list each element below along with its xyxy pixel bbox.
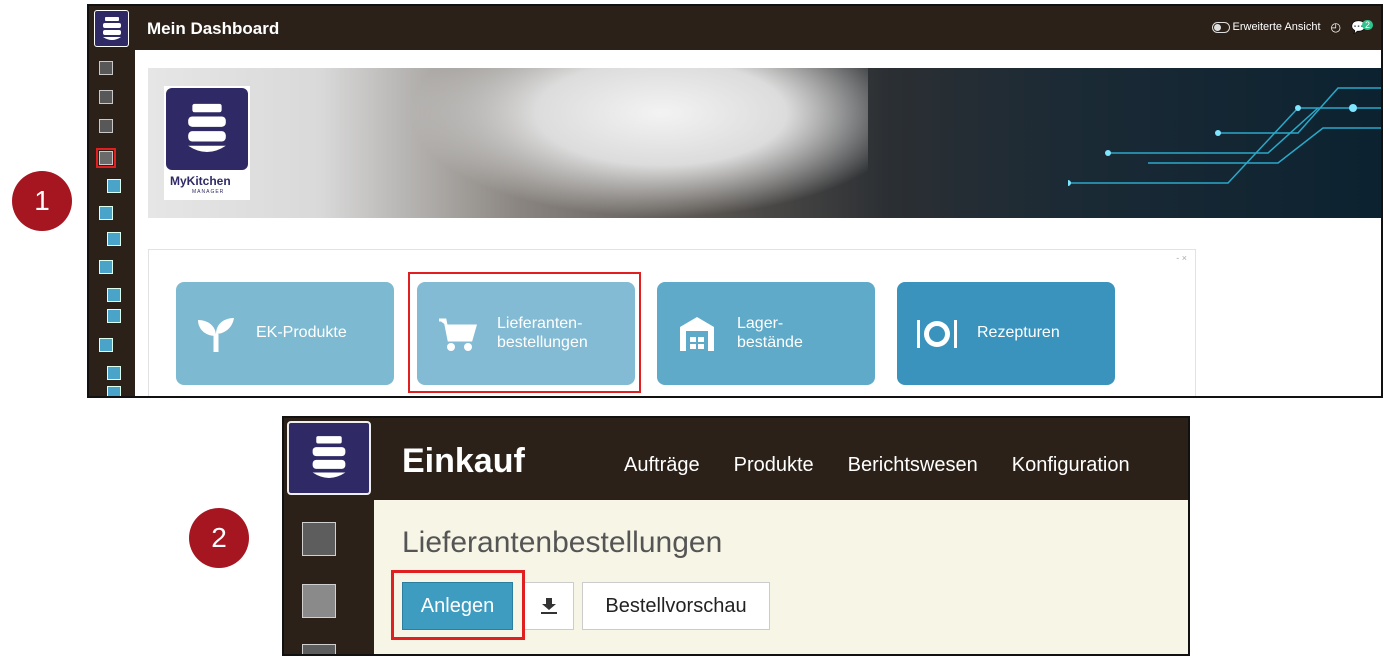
top-bar: Mein Dashboard Erweiterte Ansicht ◴ 💬2	[135, 6, 1381, 50]
download-icon	[541, 598, 557, 614]
report-nav-icon[interactable]	[107, 309, 121, 323]
app-logo-icon[interactable]	[94, 10, 129, 47]
step-2-marker: 2	[189, 508, 249, 568]
warehouse-icon	[657, 315, 737, 353]
tile-label: EK-Produkte	[256, 324, 347, 342]
tools-nav-icon[interactable]	[99, 260, 113, 274]
quick-access-widget: - × EK-Produkte Lieferanten-bestellungen…	[148, 249, 1196, 396]
highlight-box-tile	[408, 272, 641, 393]
plate-cutlery-icon	[897, 316, 977, 352]
highlight-box-create	[391, 570, 525, 640]
orders-nav-icon[interactable]	[99, 206, 113, 220]
step-1-marker: 1	[12, 171, 72, 231]
clock-icon[interactable]: ◴	[1331, 20, 1341, 34]
sidebar	[284, 418, 374, 654]
page-title: Mein Dashboard	[147, 19, 280, 38]
dashboard-nav-icon[interactable]	[99, 61, 113, 75]
mykitchen-logo: MyKitchen MANAGER	[164, 86, 250, 200]
tile-rezepturen[interactable]: Rezepturen	[897, 282, 1115, 385]
order-preview-button[interactable]: Bestellvorschau	[582, 582, 770, 630]
extended-view-toggle[interactable]: Erweiterte Ansicht	[1211, 21, 1321, 33]
page-title: Lieferantenbestellungen	[402, 526, 723, 559]
panel-nav-icon[interactable]	[99, 90, 113, 104]
stock-nav-icon[interactable]	[107, 232, 121, 246]
menu-item-konfiguration[interactable]: Konfiguration	[1012, 454, 1130, 477]
dashboard-screenshot: Mein Dashboard Erweiterte Ansicht ◴ 💬2 M…	[87, 4, 1383, 398]
products-nav-icon[interactable]	[107, 179, 121, 193]
menu-item-produkte[interactable]: Produkte	[734, 454, 814, 477]
recipes-nav-icon[interactable]	[107, 288, 121, 302]
chat-icon[interactable]: 💬2	[1351, 20, 1373, 34]
circuit-graphic	[1068, 87, 1381, 186]
grid-nav-icon[interactable]	[302, 644, 336, 654]
tile-ek-produkte[interactable]: EK-Produkte	[176, 282, 394, 385]
notification-badge: 2	[1361, 20, 1373, 30]
chef-photo	[408, 68, 868, 218]
toggle-icon	[1211, 21, 1230, 33]
menu-item-auftraege[interactable]: Aufträge	[624, 454, 700, 477]
einkauf-screenshot: Einkauf Aufträge Produkte Berichtswesen …	[282, 416, 1190, 656]
purchasing-nav-icon[interactable]	[96, 148, 116, 168]
chart-nav-icon[interactable]	[99, 338, 113, 352]
widget-controls[interactable]: - ×	[1176, 253, 1187, 263]
dashboard-nav-icon[interactable]	[302, 522, 336, 556]
top-bar: Einkauf Aufträge Produkte Berichtswesen …	[374, 418, 1188, 500]
sidebar	[89, 6, 135, 396]
tile-label-line2: bestände	[737, 333, 803, 351]
grid-nav-icon[interactable]	[99, 119, 113, 133]
sprout-icon	[176, 314, 256, 354]
app-logo-icon[interactable]	[287, 421, 371, 495]
main-menu: Aufträge Produkte Berichtswesen Konfigur…	[624, 454, 1130, 477]
module-title: Einkauf	[402, 442, 525, 480]
brand-subtitle: MANAGER	[192, 189, 225, 195]
tile-label: Rezepturen	[977, 324, 1060, 342]
tile-label-line1: Lager-	[737, 315, 784, 333]
banner-image: MyKitchen MANAGER	[148, 68, 1381, 218]
menu-item-berichtswesen[interactable]: Berichtswesen	[848, 454, 978, 477]
panel-nav-icon[interactable]	[302, 584, 336, 618]
tile-lagerbestaende[interactable]: Lager-bestände	[657, 282, 875, 385]
menu-nav-icon[interactable]	[107, 366, 121, 380]
more-nav-icon[interactable]	[107, 386, 121, 396]
download-button[interactable]	[524, 582, 574, 630]
extended-view-label: Erweiterte Ansicht	[1232, 21, 1321, 33]
brand-name: MyKitchen	[170, 174, 231, 188]
